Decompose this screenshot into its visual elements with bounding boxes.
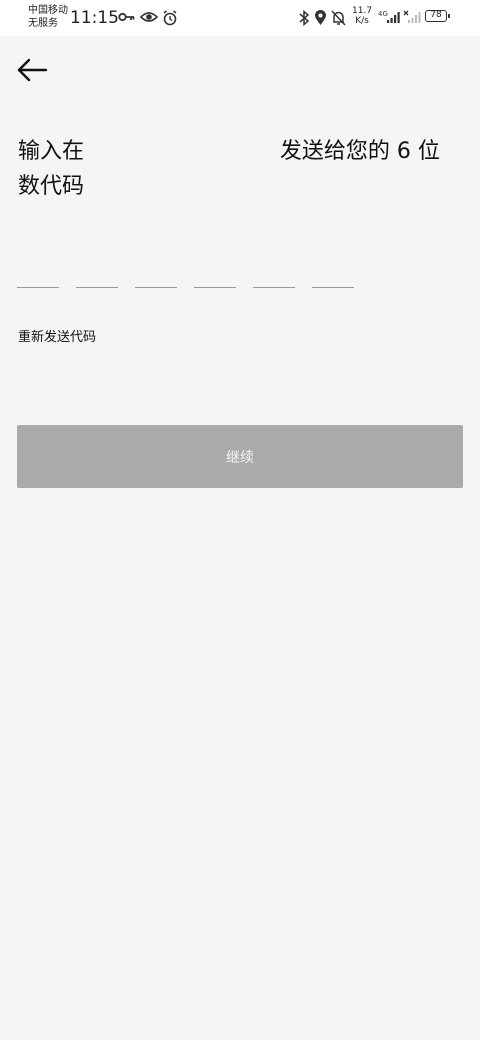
code-digit-2[interactable]	[76, 265, 118, 288]
alarm-icon	[163, 10, 177, 26]
code-digit-5[interactable]	[253, 265, 295, 288]
status-bar: 中国移动 无服务 11:15 11.7 K/s 4G 78	[0, 0, 480, 36]
net-speed-value: 11.7	[352, 6, 373, 16]
resend-code-link[interactable]: 重新发送代码	[18, 326, 96, 345]
carrier-service: 无服务	[28, 18, 58, 29]
back-arrow-icon[interactable]	[16, 56, 50, 84]
verification-code-input[interactable]	[17, 265, 354, 288]
no-signal-icon	[403, 10, 421, 23]
title-prefix: 输入在	[18, 139, 85, 164]
mute-icon	[331, 10, 346, 26]
code-digit-3[interactable]	[135, 265, 177, 288]
battery-icon: 78	[425, 10, 450, 22]
continue-button[interactable]: 继续	[17, 425, 463, 488]
eye-icon	[140, 12, 158, 22]
key-icon	[118, 12, 135, 22]
signal-icon	[387, 12, 400, 23]
continue-button-label: 继续	[226, 449, 254, 466]
carrier-name: 中国移动	[28, 5, 68, 16]
status-time: 11:15	[70, 8, 119, 28]
bluetooth-icon	[299, 10, 310, 26]
masked-phone-number: 1 3 5 8 · 6 1 2 4 7	[84, 139, 280, 164]
net-speed: 11.7 K/s	[352, 6, 372, 26]
location-icon	[315, 10, 326, 25]
carrier-info: 中国移动 无服务	[28, 4, 68, 30]
page-title: 输入在1 3 5 8 · 6 1 2 4 7发送给您的 6 位数代码	[18, 134, 458, 204]
code-digit-6[interactable]	[312, 265, 354, 288]
net-speed-unit: K/s	[355, 16, 369, 26]
code-digit-4[interactable]	[194, 265, 236, 288]
code-digit-1[interactable]	[17, 265, 59, 288]
